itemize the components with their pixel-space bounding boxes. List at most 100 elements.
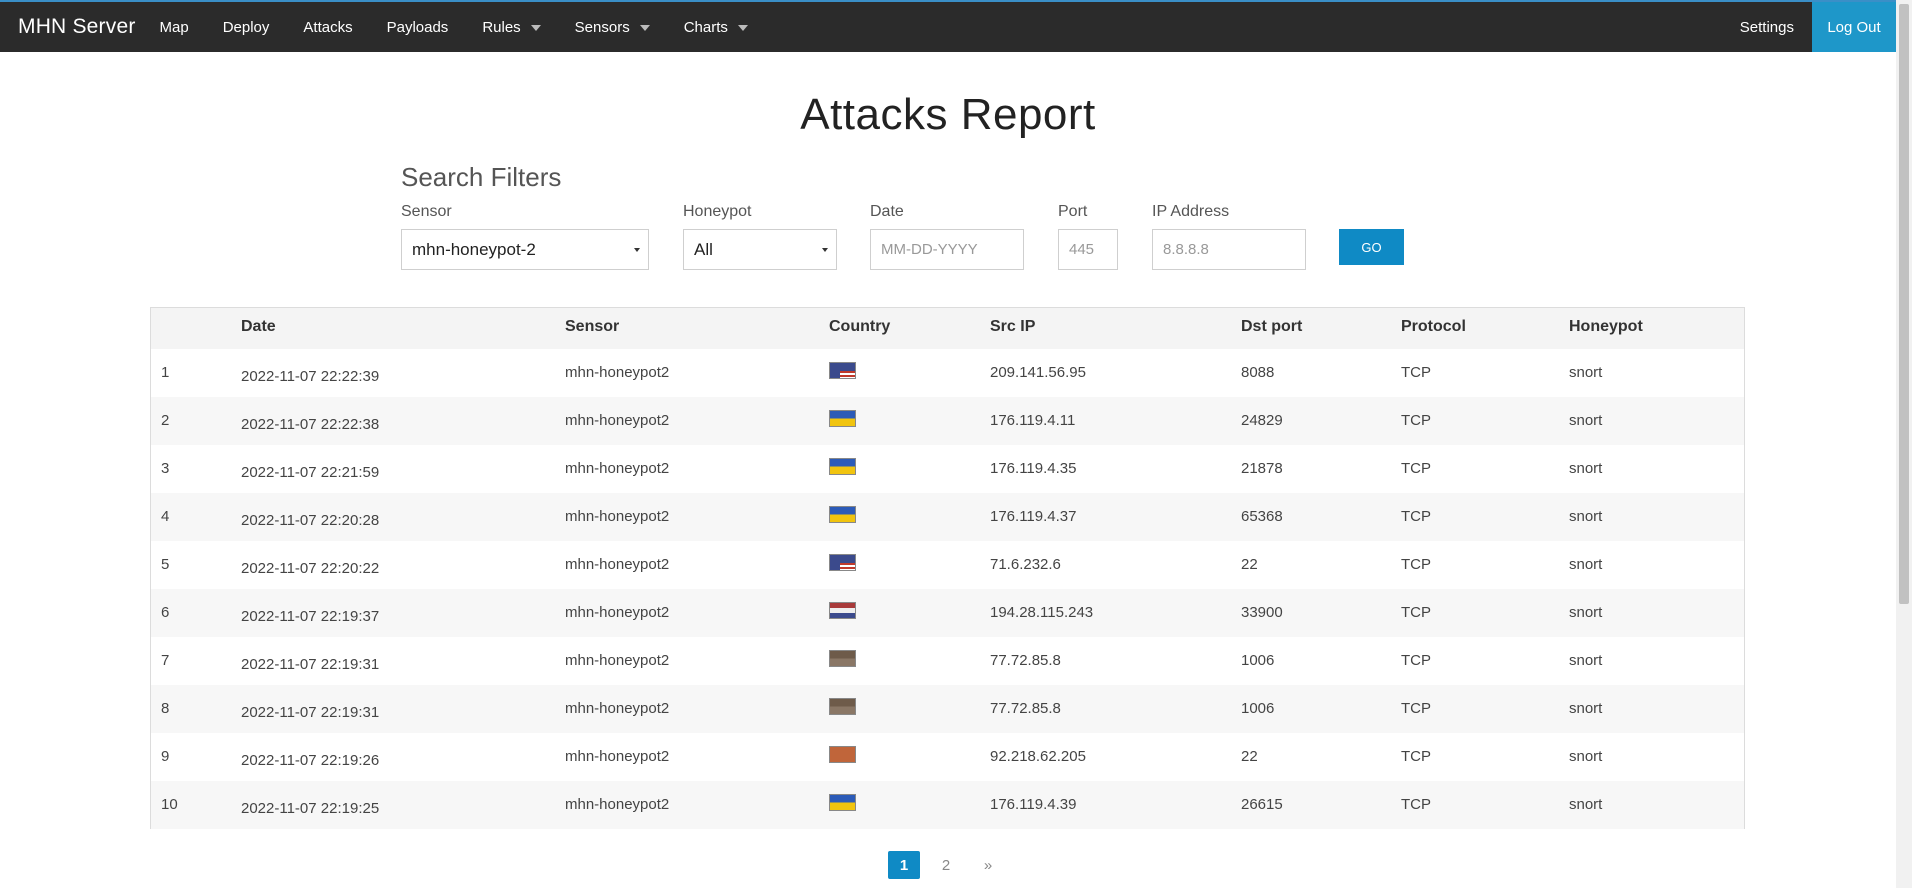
row-protocol: TCP [1401, 748, 1431, 765]
table-row: 3 2022-11-07 22:21:59 mhn-honeypot2 176.119… [151, 445, 1744, 493]
scrollbar-thumb[interactable] [1899, 4, 1909, 604]
page-title: Attacks Report [800, 90, 1096, 139]
header-honeypot: Honeypot [1569, 318, 1643, 335]
vertical-scrollbar[interactable] [1896, 0, 1912, 888]
nav-rules-label: Rules [482, 18, 521, 36]
row-number: 6 [161, 604, 170, 621]
row-src-ip: 194.28.115.243 [990, 604, 1094, 621]
row-sensor: mhn-honeypot2 [565, 364, 670, 381]
next-page-button[interactable]: » [972, 851, 1004, 879]
row-date: 2022-11-07 22:20:28 [241, 512, 380, 529]
row-number: 10 [161, 796, 178, 813]
port-input[interactable]: 445 [1058, 229, 1118, 270]
table-row: 4 2022-11-07 22:20:28 mhn-honeypot2 176.119… [151, 493, 1744, 541]
header-dst-port: Dst port [1241, 318, 1303, 335]
honeypot-select[interactable]: All [683, 229, 837, 270]
port-label: Port [1058, 203, 1088, 220]
header-date: Date [241, 318, 276, 335]
row-honeypot: snort [1569, 556, 1603, 573]
row-sensor: mhn-honeypot2 [565, 700, 670, 717]
row-dst-port: 22 [1241, 748, 1258, 765]
row-src-ip: 77.72.85.8 [990, 652, 1061, 669]
nav-right-group: Settings Log Out [1740, 2, 1896, 52]
row-honeypot: snort [1569, 508, 1603, 525]
go-button[interactable]: GO [1339, 229, 1404, 265]
brand-logo[interactable]: MHN Server [18, 15, 136, 39]
nav-payloads-label: Payloads [386, 18, 449, 36]
ua-flag-icon [829, 410, 856, 427]
attacks-table: Date Sensor Country Src IP Dst port Prot… [150, 307, 1745, 829]
row-dst-port: 24829 [1241, 412, 1283, 429]
nav-payloads[interactable]: Payloads [387, 19, 449, 36]
row-date: 2022-11-07 22:19:26 [241, 752, 380, 769]
nav-rules-dropdown[interactable]: Rules [482, 18, 541, 36]
row-number: 1 [161, 364, 170, 381]
row-src-ip: 92.218.62.205 [990, 748, 1086, 765]
brown-flag-icon [829, 698, 856, 715]
ip-address-input[interactable]: 8.8.8.8 [1152, 229, 1306, 270]
row-number: 8 [161, 700, 170, 717]
header-protocol: Protocol [1401, 318, 1466, 335]
row-src-ip: 176.119.4.39 [990, 796, 1077, 813]
nav-map[interactable]: Map [160, 19, 189, 36]
row-protocol: TCP [1401, 364, 1431, 381]
row-dst-port: 8088 [1241, 364, 1275, 381]
nav-deploy[interactable]: Deploy [223, 19, 270, 36]
header-country: Country [829, 318, 891, 335]
dropdown-arrow-icon [822, 248, 828, 252]
nav-sensors-dropdown[interactable]: Sensors [575, 19, 650, 36]
nav-charts-label: Charts [683, 18, 728, 36]
table-row: 5 2022-11-07 22:20:22 mhn-honeypot2 71.6.23… [151, 541, 1744, 589]
row-sensor: mhn-honeypot2 [565, 748, 670, 765]
row-dst-port: 26615 [1241, 796, 1283, 813]
row-protocol: TCP [1401, 508, 1431, 525]
page-1-button[interactable]: 1 [888, 851, 920, 879]
settings-link[interactable]: Settings [1740, 19, 1794, 36]
sensor-select-value: mhn-honeypot-2 [412, 239, 536, 259]
row-honeypot: snort [1569, 364, 1603, 381]
nl-flag-icon [829, 602, 856, 619]
orange-flag-icon [829, 746, 856, 763]
table-row: 10 2022-11-07 22:19:25 mhn-honeypot2 176.11… [151, 781, 1744, 829]
row-protocol: TCP [1401, 604, 1431, 621]
row-date: 2022-11-07 22:19:31 [241, 656, 380, 673]
row-date: 2022-11-07 22:19:31 [241, 704, 380, 721]
table-row: 6 2022-11-07 22:19:37 mhn-honeypot2 194.28.… [151, 589, 1744, 637]
nav-charts-dropdown[interactable]: Charts [684, 19, 748, 36]
caret-down-icon [639, 25, 650, 31]
row-date: 2022-11-07 22:21:59 [241, 464, 380, 481]
top-navbar: MHN Server Map Deploy Attacks Payloads R… [0, 0, 1896, 52]
dropdown-arrow-icon [634, 248, 640, 252]
ua-flag-icon [829, 458, 856, 475]
row-protocol: TCP [1401, 556, 1431, 573]
header-sensor: Sensor [565, 318, 620, 335]
row-dst-port: 1006 [1241, 652, 1275, 669]
logout-button[interactable]: Log Out [1812, 2, 1896, 52]
brown-flag-icon [829, 650, 856, 667]
row-protocol: TCP [1401, 652, 1431, 669]
row-number: 3 [161, 460, 170, 477]
date-input[interactable]: MM-DD-YYYY [870, 229, 1024, 270]
row-dst-port: 65368 [1241, 508, 1283, 525]
ua-flag-icon [829, 794, 856, 811]
row-sensor: mhn-honeypot2 [565, 796, 670, 813]
caret-down-icon [737, 25, 748, 31]
page-2-button[interactable]: 2 [930, 851, 962, 879]
ip-address-label: IP Address [1152, 203, 1230, 220]
row-sensor: mhn-honeypot2 [565, 460, 670, 477]
row-number: 4 [161, 508, 170, 525]
row-sensor: mhn-honeypot2 [565, 556, 670, 573]
row-date: 2022-11-07 22:20:22 [241, 560, 380, 577]
nav-attacks[interactable]: Attacks [303, 19, 352, 36]
table-row: 8 2022-11-07 22:19:31 mhn-honeypot2 77.72.8… [151, 685, 1744, 733]
row-src-ip: 176.119.4.35 [990, 460, 1077, 477]
port-input-placeholder: 445 [1069, 241, 1095, 258]
row-number: 7 [161, 652, 170, 669]
nav-sensors-label: Sensors [574, 18, 630, 36]
date-input-placeholder: MM-DD-YYYY [881, 241, 978, 258]
table-row: 9 2022-11-07 22:19:26 mhn-honeypot2 92.218.… [151, 733, 1744, 781]
row-protocol: TCP [1401, 796, 1431, 813]
row-number: 5 [161, 556, 170, 573]
row-honeypot: snort [1569, 604, 1603, 621]
sensor-select[interactable]: mhn-honeypot-2 [401, 229, 649, 270]
